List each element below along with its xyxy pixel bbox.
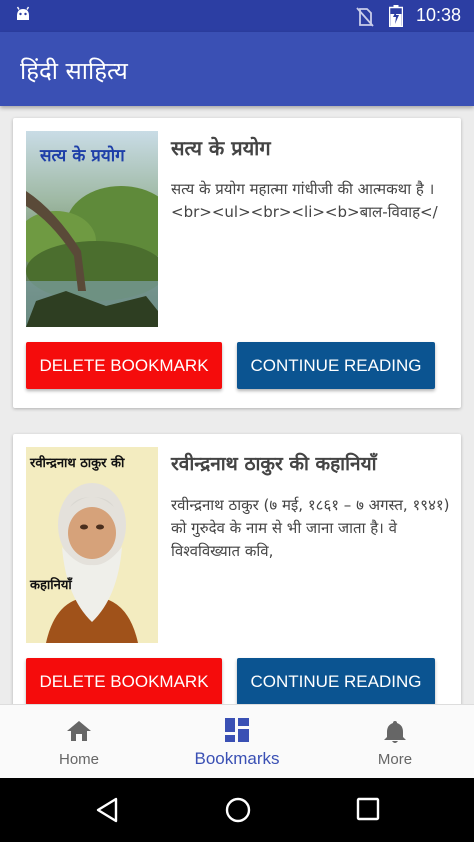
home-icon xyxy=(66,719,92,747)
bookmarks-list[interactable]: सत्य के प्रयोग सत्य के प्रयोग सत्य के प्… xyxy=(0,106,474,704)
book-title[interactable]: रवीन्द्रनाथ ठाकुर की कहानियाँ xyxy=(171,450,377,476)
back-icon[interactable] xyxy=(94,796,120,828)
bookmark-card: रवीन्द्रनाथ ठाकुर की कहानियाँ रवीन्द्रना… xyxy=(13,434,461,704)
continue-reading-button[interactable]: CONTINUE READING xyxy=(237,342,435,389)
book-cover-image[interactable]: सत्य के प्रयोग xyxy=(26,131,158,327)
android-icon xyxy=(14,6,32,28)
book-title[interactable]: सत्य के प्रयोग xyxy=(171,134,271,161)
no-sim-icon xyxy=(356,7,374,31)
nav-label: Bookmarks xyxy=(194,749,280,768)
nav-item-bookmarks[interactable]: Bookmarks xyxy=(158,705,316,779)
battery-charging-icon xyxy=(388,5,404,31)
bottom-navigation: Home Bookmarks More xyxy=(0,704,474,778)
home-circle-icon[interactable] xyxy=(224,796,252,828)
bookmark-card: सत्य के प्रयोग सत्य के प्रयोग सत्य के प्… xyxy=(13,118,461,408)
dashboard-icon xyxy=(224,717,250,747)
book-cover-title: सत्य के प्रयोग xyxy=(40,146,125,166)
book-description: रवीन्द्रनाथ ठाकुर (७ मई, १८६१ – ७ अगस्त,… xyxy=(171,496,450,560)
delete-bookmark-button[interactable]: DELETE BOOKMARK xyxy=(26,658,222,704)
delete-bookmark-button[interactable]: DELETE BOOKMARK xyxy=(26,342,222,389)
nav-label: More xyxy=(377,751,413,768)
bell-icon xyxy=(382,719,408,749)
system-navigation-bar xyxy=(0,778,474,842)
clock: 10:38 xyxy=(416,5,462,25)
book-cover-image[interactable]: रवीन्द्रनाथ ठाकुर की कहानियाँ xyxy=(26,447,158,643)
nav-item-home[interactable]: Home xyxy=(0,705,158,779)
nav-item-more[interactable]: More xyxy=(316,705,474,779)
nav-label: Home xyxy=(58,751,99,768)
recent-apps-icon[interactable] xyxy=(356,797,380,825)
continue-reading-button[interactable]: CONTINUE READING xyxy=(237,658,435,704)
app-title: हिंदी साहित्य xyxy=(20,57,128,85)
book-cover-title: रवीन्द्रनाथ ठाकुर की xyxy=(30,456,125,471)
status-bar: 10:38 xyxy=(0,0,474,32)
app-bar: हिंदी साहित्य xyxy=(0,32,474,106)
book-cover-subtitle: कहानियाँ xyxy=(30,578,72,593)
book-description: सत्य के प्रयोग महात्मा गांधीजी की आत्मकथ… xyxy=(171,180,438,221)
